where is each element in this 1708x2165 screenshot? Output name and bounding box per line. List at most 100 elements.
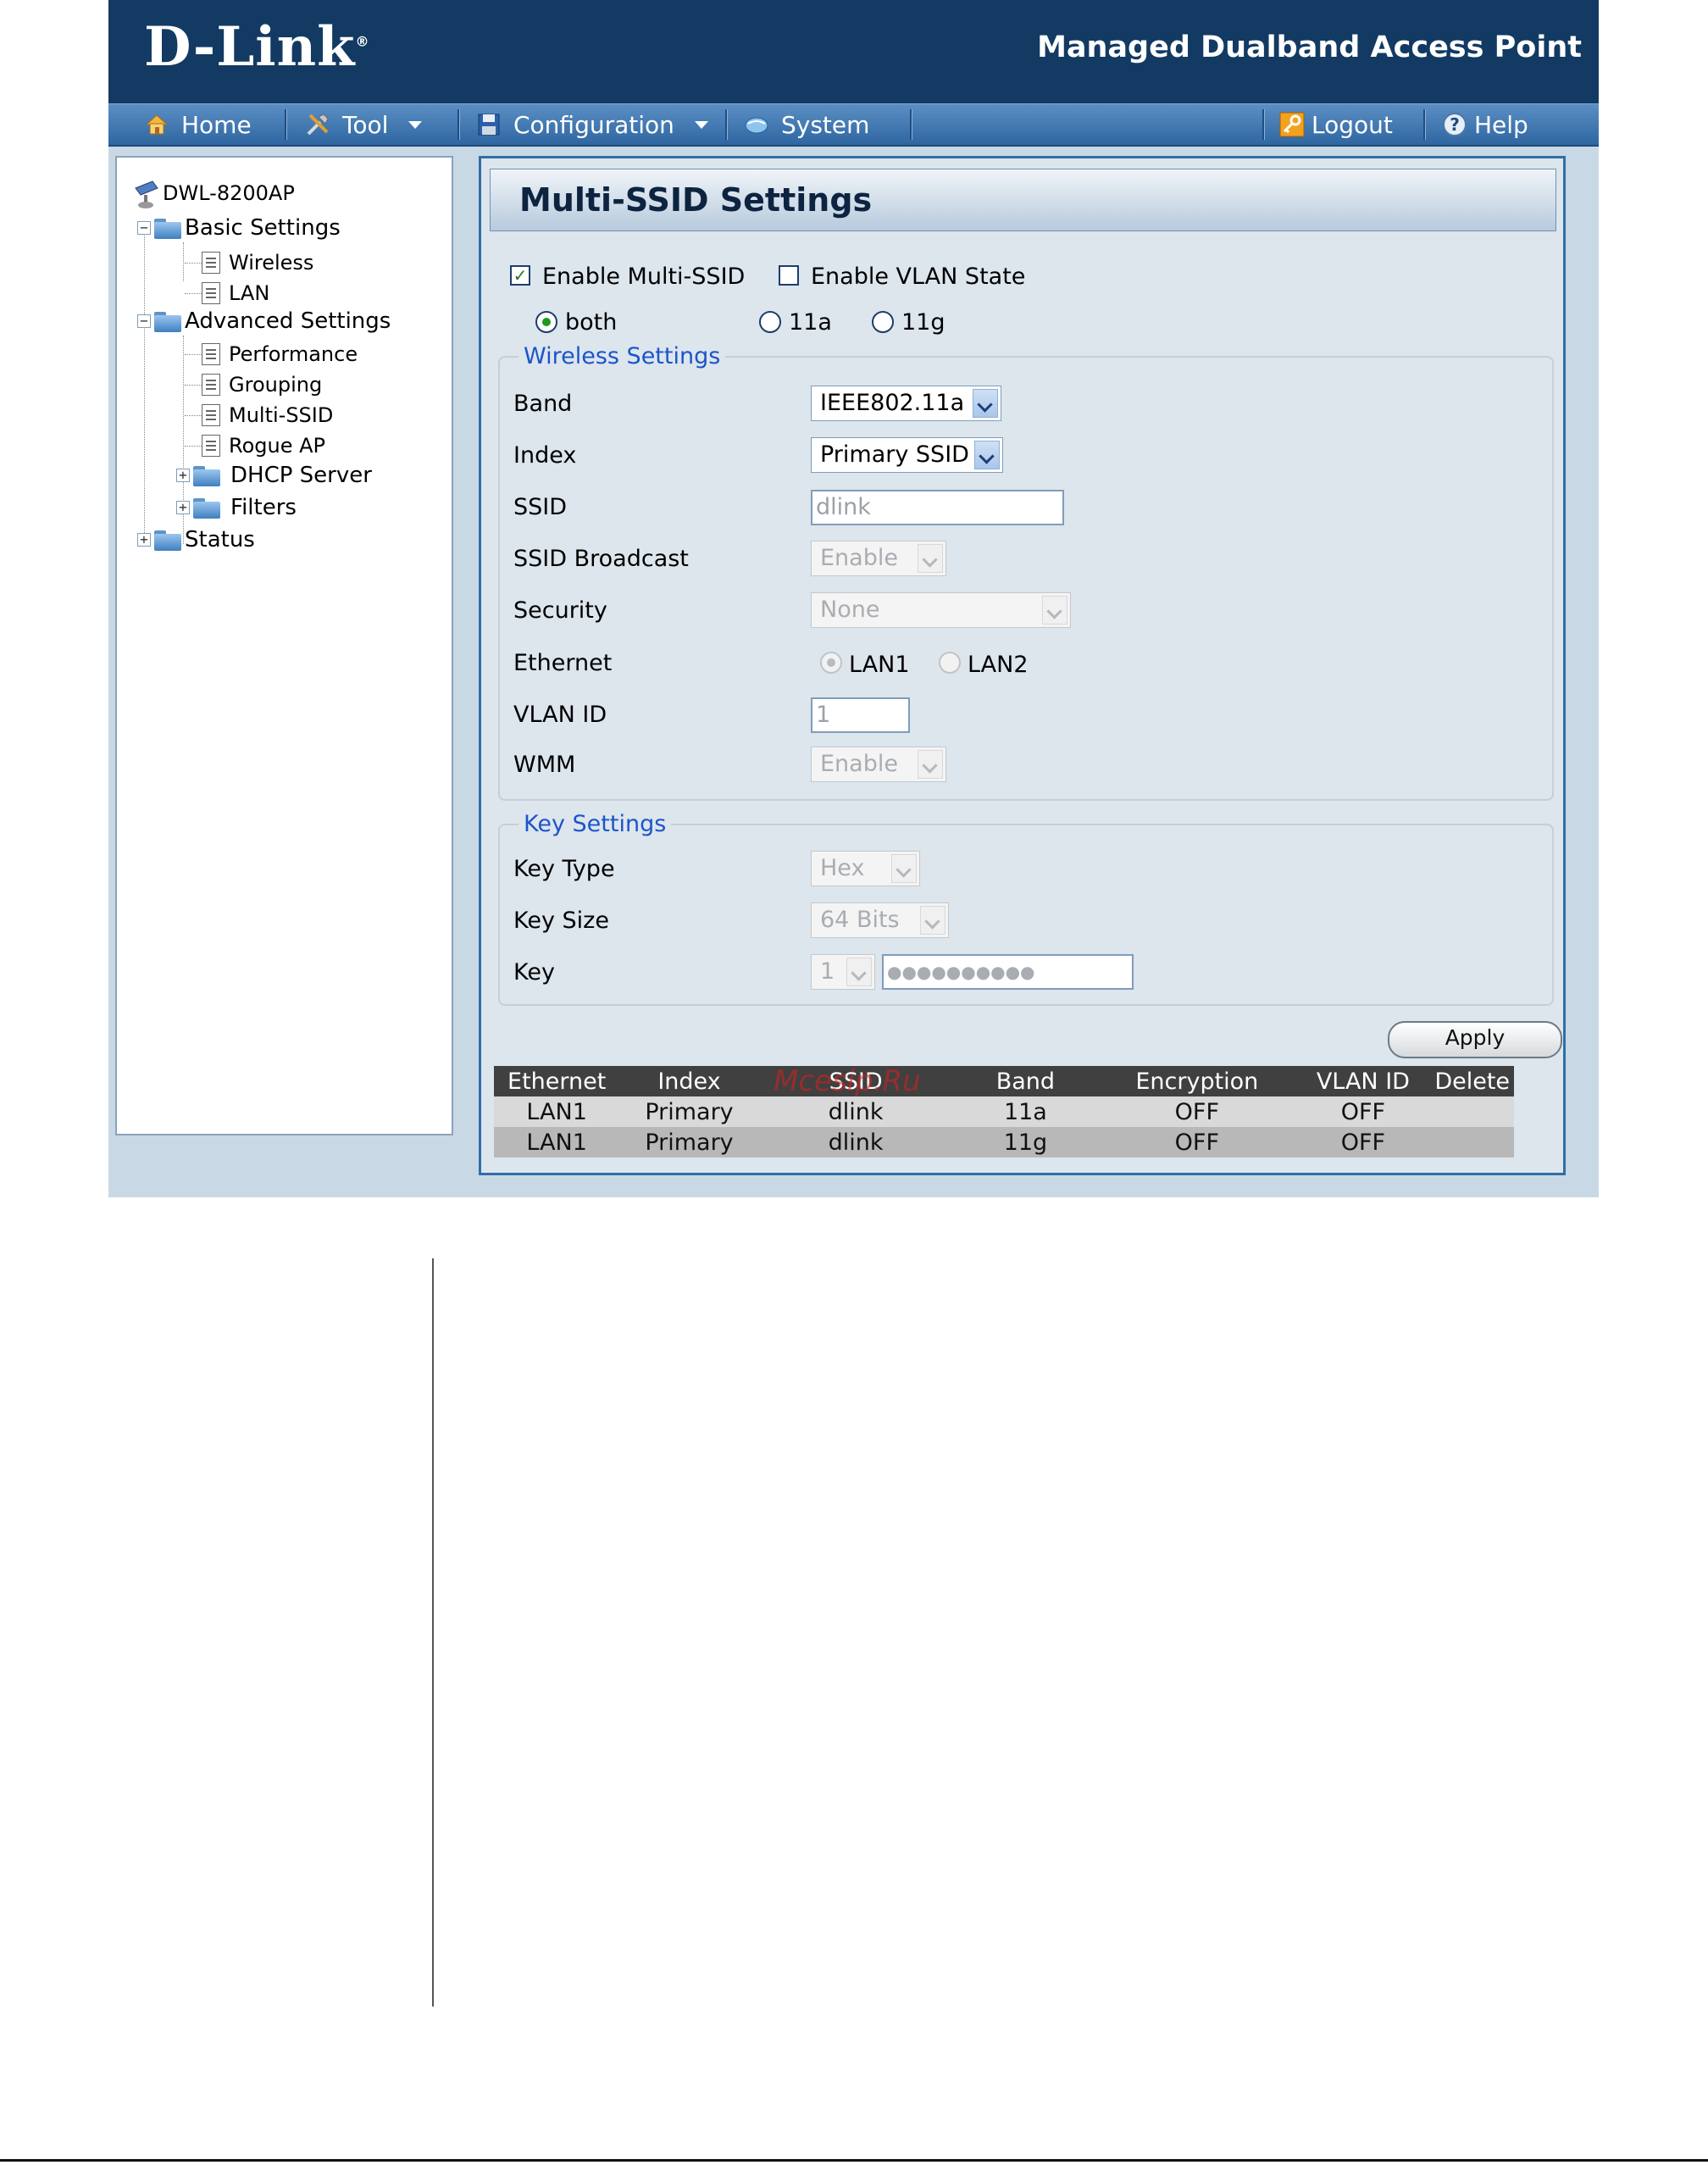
table-row: LAN1 Primary dlink 11a OFF OFF	[494, 1096, 1514, 1127]
key-icon	[1279, 112, 1305, 137]
ssid-broadcast-select[interactable]: Enable	[811, 541, 946, 576]
radio-lan2[interactable]	[939, 652, 961, 674]
vlan-id-input[interactable]: 1	[811, 697, 910, 733]
folder-icon	[193, 464, 222, 486]
chevron-down-icon	[918, 750, 943, 779]
security-value: None	[820, 597, 880, 623]
tree-item-label: Advanced Settings	[185, 308, 391, 334]
cell-delete[interactable]	[1430, 1127, 1514, 1157]
key-size-select[interactable]: 64 Bits	[811, 902, 949, 938]
product-name: Managed Dualband Access Point	[1037, 31, 1582, 64]
collapse-icon[interactable]: −	[137, 314, 151, 328]
tree-item-filters[interactable]: + Filters	[176, 495, 297, 520]
menu-configuration-label: Configuration	[513, 110, 674, 139]
cell-delete[interactable]	[1430, 1096, 1514, 1127]
key-size-value: 64 Bits	[820, 907, 900, 933]
tree-item-rogue-ap[interactable]: Rogue AP	[202, 434, 325, 458]
tree-item-label: Performance	[229, 342, 358, 366]
wmm-select[interactable]: Enable	[811, 747, 946, 782]
key-settings-legend: Key Settings	[524, 811, 667, 837]
tree-item-basic-settings[interactable]: − Basic Settings	[137, 215, 341, 241]
radio-11g-label: 11g	[901, 309, 946, 336]
page-icon	[202, 252, 220, 274]
cell-vlan-id: OFF	[1295, 1127, 1431, 1157]
help-icon: ?	[1443, 113, 1467, 136]
menu-separator	[1262, 109, 1265, 140]
radio-lan2-label: LAN2	[968, 652, 1029, 678]
col-ethernet: Ethernet	[494, 1066, 620, 1096]
watermark-text: Mcesip.Ru	[774, 1064, 921, 1098]
menu-configuration[interactable]: Configuration	[476, 104, 708, 145]
menu-system[interactable]: System	[744, 104, 869, 145]
radio-lan1[interactable]	[820, 652, 842, 674]
tree-item-status[interactable]: + Status	[137, 527, 255, 552]
col-band: Band	[952, 1066, 1099, 1096]
tree-item-lan[interactable]: LAN	[202, 281, 269, 305]
ssid-broadcast-value: Enable	[820, 545, 898, 571]
menu-help-label: Help	[1474, 110, 1528, 139]
menu-home[interactable]: Home	[144, 104, 252, 145]
page-icon	[202, 374, 220, 396]
tree-item-dhcp-server[interactable]: + DHCP Server	[176, 463, 372, 488]
key-type-label: Key Type	[513, 856, 615, 882]
menu-help[interactable]: ? Help	[1442, 104, 1528, 145]
ssid-label: SSID	[513, 494, 568, 520]
ssid-input[interactable]: dlink	[811, 490, 1064, 525]
tree-item-label: DHCP Server	[230, 463, 372, 488]
security-select[interactable]: None	[811, 592, 1071, 628]
expand-icon[interactable]: +	[176, 501, 190, 514]
apply-button[interactable]: Apply	[1388, 1021, 1562, 1058]
page-icon	[202, 282, 220, 304]
cell-vlan-id: OFF	[1295, 1096, 1431, 1127]
wmm-label: WMM	[513, 752, 576, 778]
collapse-icon[interactable]: −	[137, 221, 151, 235]
tree-item-advanced-settings[interactable]: − Advanced Settings	[137, 308, 391, 334]
tree-guide	[183, 242, 184, 281]
chevron-down-icon	[974, 441, 1000, 469]
band-label: Band	[513, 391, 573, 417]
cell-band: 11g	[952, 1127, 1099, 1157]
tree-root[interactable]: DWL-8200AP	[134, 176, 295, 210]
menu-logout[interactable]: Logout	[1279, 104, 1393, 145]
security-label: Security	[513, 597, 607, 624]
index-select[interactable]: Primary SSID	[811, 437, 1003, 473]
tree-guide	[185, 415, 202, 416]
enable-multi-ssid-checkbox[interactable]: ✓	[510, 265, 530, 286]
tree-item-multi-ssid[interactable]: Multi-SSID	[202, 403, 333, 427]
page-footer-rule	[0, 2159, 1708, 2162]
menu-bar: Home Tool Configuration System Logout ? …	[108, 103, 1599, 147]
tree-item-grouping[interactable]: Grouping	[202, 373, 322, 397]
cell-index: Primary	[619, 1127, 759, 1157]
globe-icon	[745, 117, 768, 134]
radio-both[interactable]	[535, 311, 557, 333]
key-type-select[interactable]: Hex	[811, 851, 920, 886]
menu-tool[interactable]: Tool	[305, 104, 423, 145]
cell-ethernet: LAN1	[494, 1127, 620, 1157]
page-icon	[202, 404, 220, 426]
tree-item-wireless[interactable]: Wireless	[202, 251, 313, 275]
access-point-icon	[135, 180, 158, 208]
table-row: LAN1 Primary dlink 11g OFF OFF	[494, 1127, 1514, 1157]
dlink-admin-window: D-Link® Managed Dualband Access Point Ho…	[108, 0, 1599, 1197]
tree-item-label: LAN	[229, 281, 270, 305]
menu-logout-label: Logout	[1312, 110, 1393, 139]
radio-11g[interactable]	[872, 311, 894, 333]
radio-11a[interactable]	[759, 311, 781, 333]
tree-guide	[185, 446, 202, 447]
enable-vlan-state-checkbox[interactable]	[779, 265, 799, 286]
floppy-disk-icon	[478, 114, 500, 136]
expand-icon[interactable]: +	[137, 533, 151, 547]
chevron-down-icon	[920, 906, 946, 935]
key-index-value: 1	[820, 958, 835, 985]
expand-icon[interactable]: +	[176, 469, 190, 482]
radio-lan1-label: LAN1	[849, 652, 910, 678]
key-index-select[interactable]: 1	[811, 954, 875, 990]
menu-separator	[910, 109, 912, 140]
svg-text:?: ?	[1450, 114, 1460, 135]
band-select[interactable]: IEEE802.11a	[811, 386, 1001, 421]
page-icon	[202, 435, 220, 457]
cell-encryption: OFF	[1098, 1096, 1296, 1127]
key-input[interactable]: ●●●●●●●●●●	[882, 954, 1134, 990]
tree-item-performance[interactable]: Performance	[202, 342, 358, 366]
dlink-logo: D-Link®	[144, 15, 370, 79]
